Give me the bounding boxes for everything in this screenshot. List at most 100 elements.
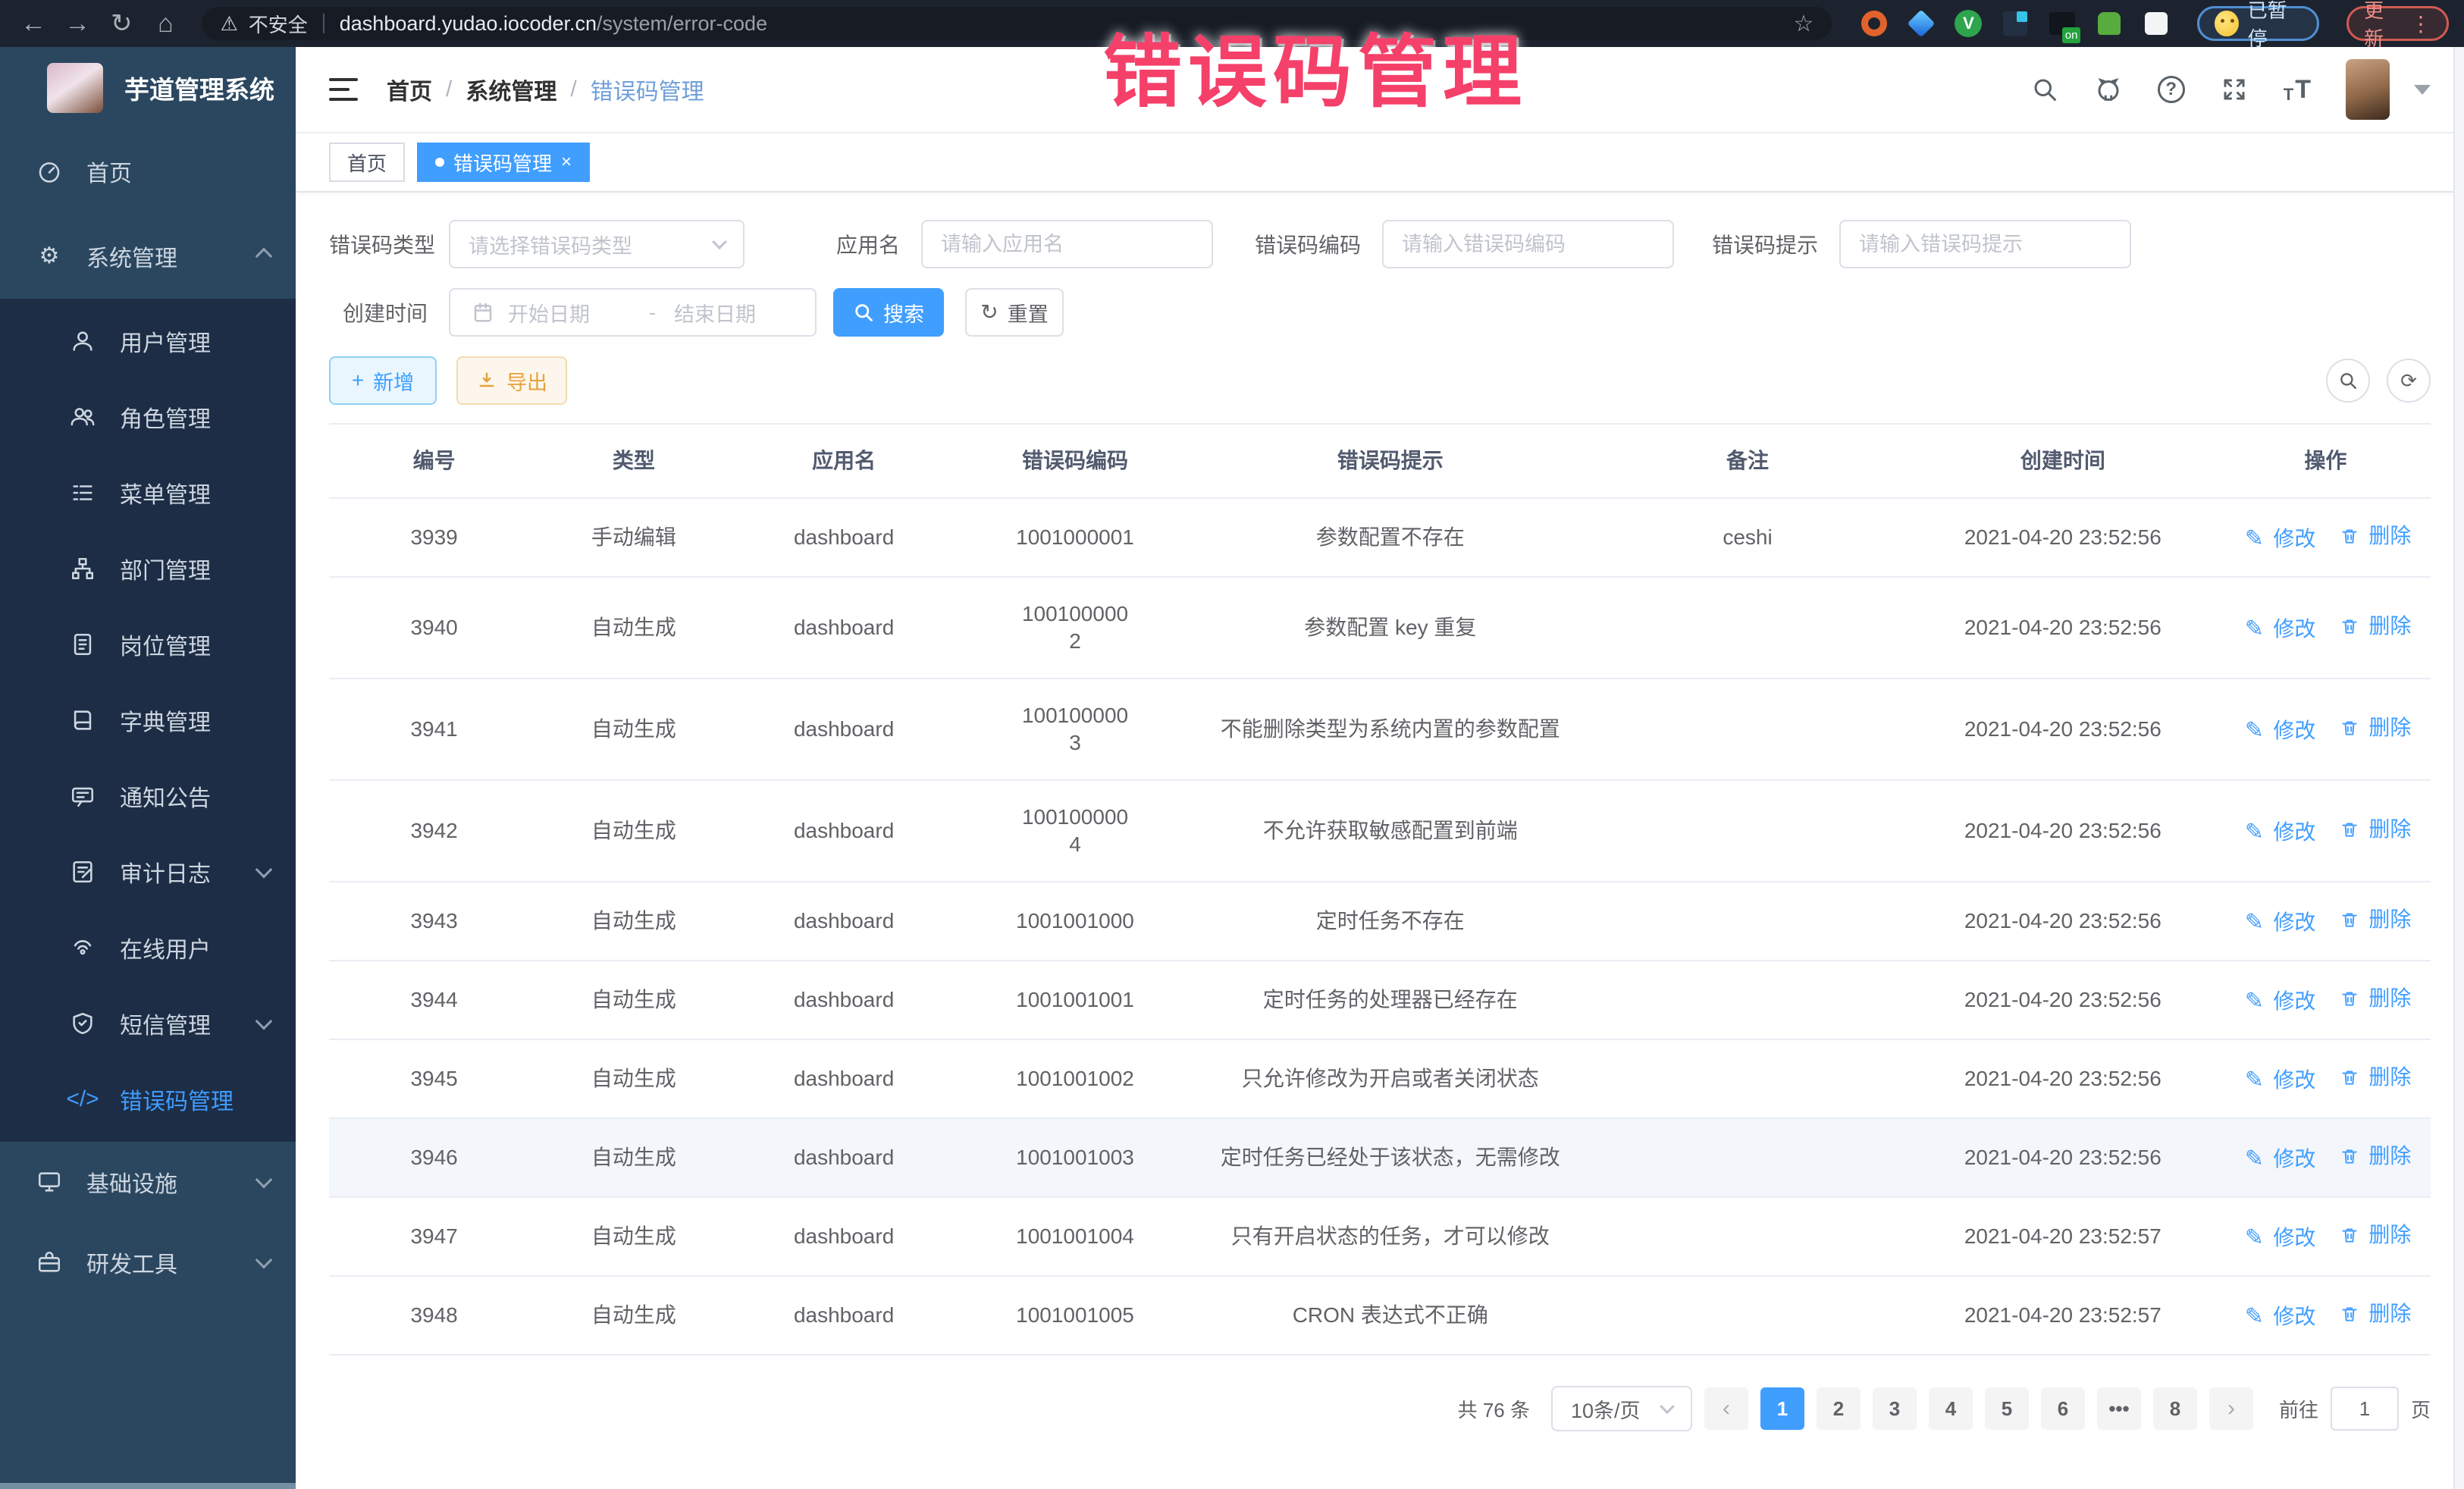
sidebar-item-研发工具[interactable]: 研发工具 [0, 1222, 296, 1302]
font-size-icon[interactable]: TT [2284, 75, 2311, 105]
app-name-input[interactable] [941, 233, 1193, 256]
address-bar[interactable]: ⚠ 不安全 dashboard.yudao.iocoder.cn/system/… [202, 7, 1832, 40]
search-icon[interactable] [2030, 75, 2059, 104]
browser-back-icon[interactable]: ← [15, 11, 52, 36]
show-search-button[interactable] [2326, 359, 2370, 403]
delete-link[interactable]: 删除 [2335, 1221, 2411, 1249]
page-button-8[interactable]: 8 [2153, 1387, 2197, 1430]
sidebar-item-错误码管理[interactable]: </>错误码管理 [0, 1061, 296, 1137]
goto-page-input[interactable]: 1 [2331, 1387, 2399, 1431]
sidebar-item-字典管理[interactable]: 字典管理 [0, 682, 296, 758]
edit-link[interactable]: ✎修改 [2240, 1302, 2315, 1331]
sidebar-item-系统管理[interactable]: ⚙系统管理 [0, 214, 296, 299]
sidebar-item-首页[interactable]: 首页 [0, 129, 296, 214]
edit-link[interactable]: ✎修改 [2240, 1066, 2315, 1095]
page-size-select[interactable]: 10条/页 [1551, 1386, 1692, 1431]
extension-puzzle-icon[interactable] [2143, 10, 2170, 37]
chevron-down-icon[interactable] [2414, 85, 2431, 95]
help-icon[interactable]: ? [2158, 76, 2185, 103]
table-row[interactable]: 3946自动生成dashboard1001001003定时任务已经处于该状态，无… [329, 1119, 2431, 1198]
page-button-2[interactable]: 2 [1817, 1387, 1861, 1430]
sidebar-logo-row[interactable]: 芋道管理系统 [0, 47, 296, 129]
page-button-4[interactable]: 4 [1929, 1387, 1973, 1430]
tab-错误码管理[interactable]: 错误码管理× [417, 143, 590, 182]
delete-link[interactable]: 删除 [2335, 713, 2411, 742]
breadcrumb-home[interactable]: 首页 [387, 73, 432, 106]
delete-link[interactable]: 删除 [2335, 522, 2411, 550]
edit-link[interactable]: ✎修改 [2240, 1224, 2315, 1252]
tab-首页[interactable]: 首页 [329, 143, 405, 182]
extension-gem-icon[interactable] [1908, 10, 1935, 37]
error-code-input[interactable] [1402, 233, 1654, 256]
table-row[interactable]: 3939手动编辑dashboard1001000001参数配置不存在ceshi2… [329, 499, 2431, 578]
delete-link[interactable]: 删除 [2335, 905, 2411, 934]
sidebar-item-菜单管理[interactable]: 菜单管理 [0, 455, 296, 531]
close-icon[interactable]: × [561, 152, 572, 173]
page-button-5[interactable]: 5 [1985, 1387, 2029, 1430]
add-button[interactable]: + 新增 [329, 356, 437, 405]
table-row[interactable]: 3941自动生成dashboard1001000003不能删除类型为系统内置的参… [329, 679, 2431, 781]
refresh-table-button[interactable]: ⟳ [2387, 359, 2431, 403]
breadcrumb-system[interactable]: 系统管理 [466, 73, 556, 106]
more-pages-button[interactable]: ••• [2097, 1387, 2141, 1430]
sidebar-item-角色管理[interactable]: 角色管理 [0, 379, 296, 455]
browser-home-icon[interactable]: ⌂ [147, 11, 183, 36]
sidebar-item-短信管理[interactable]: 短信管理 [0, 986, 296, 1061]
sidebar-item-用户管理[interactable]: 用户管理 [0, 303, 296, 379]
sidebar-item-在线用户[interactable]: 在线用户 [0, 910, 296, 986]
edit-link[interactable]: ✎修改 [2240, 908, 2315, 937]
table-row[interactable]: 3942自动生成dashboard1001000004不允许获取敏感配置到前端2… [329, 781, 2431, 882]
browser-update-button[interactable]: 更新 ⋮ [2346, 6, 2449, 41]
sidebar-item-审计日志[interactable]: 审计日志 [0, 834, 296, 910]
page-scrollbar[interactable] [2453, 47, 2464, 1489]
delete-link[interactable]: 删除 [2335, 1063, 2411, 1092]
reset-button[interactable]: ↻ 重置 [965, 288, 1064, 337]
table-row[interactable]: 3948自动生成dashboard1001001005CRON 表达式不正确20… [329, 1277, 2431, 1356]
user-avatar[interactable] [2346, 59, 2390, 120]
extension-orange-icon[interactable] [1861, 10, 1888, 37]
edit-link[interactable]: ✎修改 [2240, 1145, 2315, 1174]
browser-refresh-icon[interactable]: ↻ [103, 11, 140, 36]
edit-link[interactable]: ✎修改 [2240, 818, 2315, 847]
sidebar-item-部门管理[interactable]: 部门管理 [0, 531, 296, 607]
page-button-6[interactable]: 6 [2041, 1387, 2085, 1430]
delete-link[interactable]: 删除 [2335, 1299, 2411, 1328]
edit-link[interactable]: ✎修改 [2240, 615, 2315, 644]
table-row[interactable]: 3945自动生成dashboard1001001002只允许修改为开启或者关闭状… [329, 1040, 2431, 1119]
delete-link[interactable]: 删除 [2335, 815, 2411, 844]
edit-link[interactable]: ✎修改 [2240, 525, 2315, 553]
table-row[interactable]: 3940自动生成dashboard1001000002参数配置 key 重复20… [329, 578, 2431, 679]
page-button-3[interactable]: 3 [1873, 1387, 1917, 1430]
search-button[interactable]: 搜索 [833, 288, 944, 337]
sidebar-item-基础设施[interactable]: 基础设施 [0, 1142, 296, 1222]
next-page-button[interactable]: › [2209, 1387, 2253, 1430]
error-type-select[interactable]: 请选择错误码类型 [449, 220, 745, 268]
sidebar-bottom-scrollbar[interactable] [0, 1483, 296, 1489]
extension-switch-icon[interactable] [2049, 10, 2076, 37]
extension-droid-icon[interactable] [2096, 10, 2123, 37]
fullscreen-icon[interactable] [2220, 75, 2249, 104]
date-range-picker[interactable]: 开始日期 - 结束日期 [449, 288, 817, 337]
page-button-1[interactable]: 1 [1760, 1387, 1804, 1430]
table-row[interactable]: 3943自动生成dashboard1001001000定时任务不存在2021-0… [329, 882, 2431, 961]
bookmark-star-icon[interactable]: ☆ [1794, 11, 1814, 37]
export-button[interactable]: 导出 [456, 356, 567, 405]
delete-link[interactable]: 删除 [2335, 612, 2411, 641]
sidebar-item-岗位管理[interactable]: 岗位管理 [0, 607, 296, 682]
profile-paused-chip[interactable]: 已暂停 [2197, 6, 2319, 41]
edit-link[interactable]: ✎修改 [2240, 716, 2315, 745]
github-icon[interactable] [2094, 75, 2123, 104]
sidebar-item-通知公告[interactable]: 通知公告 [0, 758, 296, 834]
edit-link[interactable]: ✎修改 [2240, 987, 2315, 1016]
browser-menu-dots-icon[interactable]: ⋮ [2410, 11, 2431, 36]
delete-link[interactable]: 删除 [2335, 1142, 2411, 1171]
extension-cubes-icon[interactable] [2002, 10, 2029, 37]
table-row[interactable]: 3944自动生成dashboard1001001001定时任务的处理器已经存在2… [329, 961, 2431, 1040]
delete-link[interactable]: 删除 [2335, 984, 2411, 1013]
browser-forward-icon[interactable]: → [59, 11, 96, 36]
sidebar-toggle-icon[interactable] [329, 78, 358, 101]
prev-page-button[interactable]: ‹ [1704, 1387, 1748, 1430]
error-hint-input[interactable] [1859, 233, 2111, 256]
extension-green-icon[interactable]: V [1955, 10, 1982, 37]
table-row[interactable]: 3947自动生成dashboard1001001004只有开启状态的任务，才可以… [329, 1198, 2431, 1277]
